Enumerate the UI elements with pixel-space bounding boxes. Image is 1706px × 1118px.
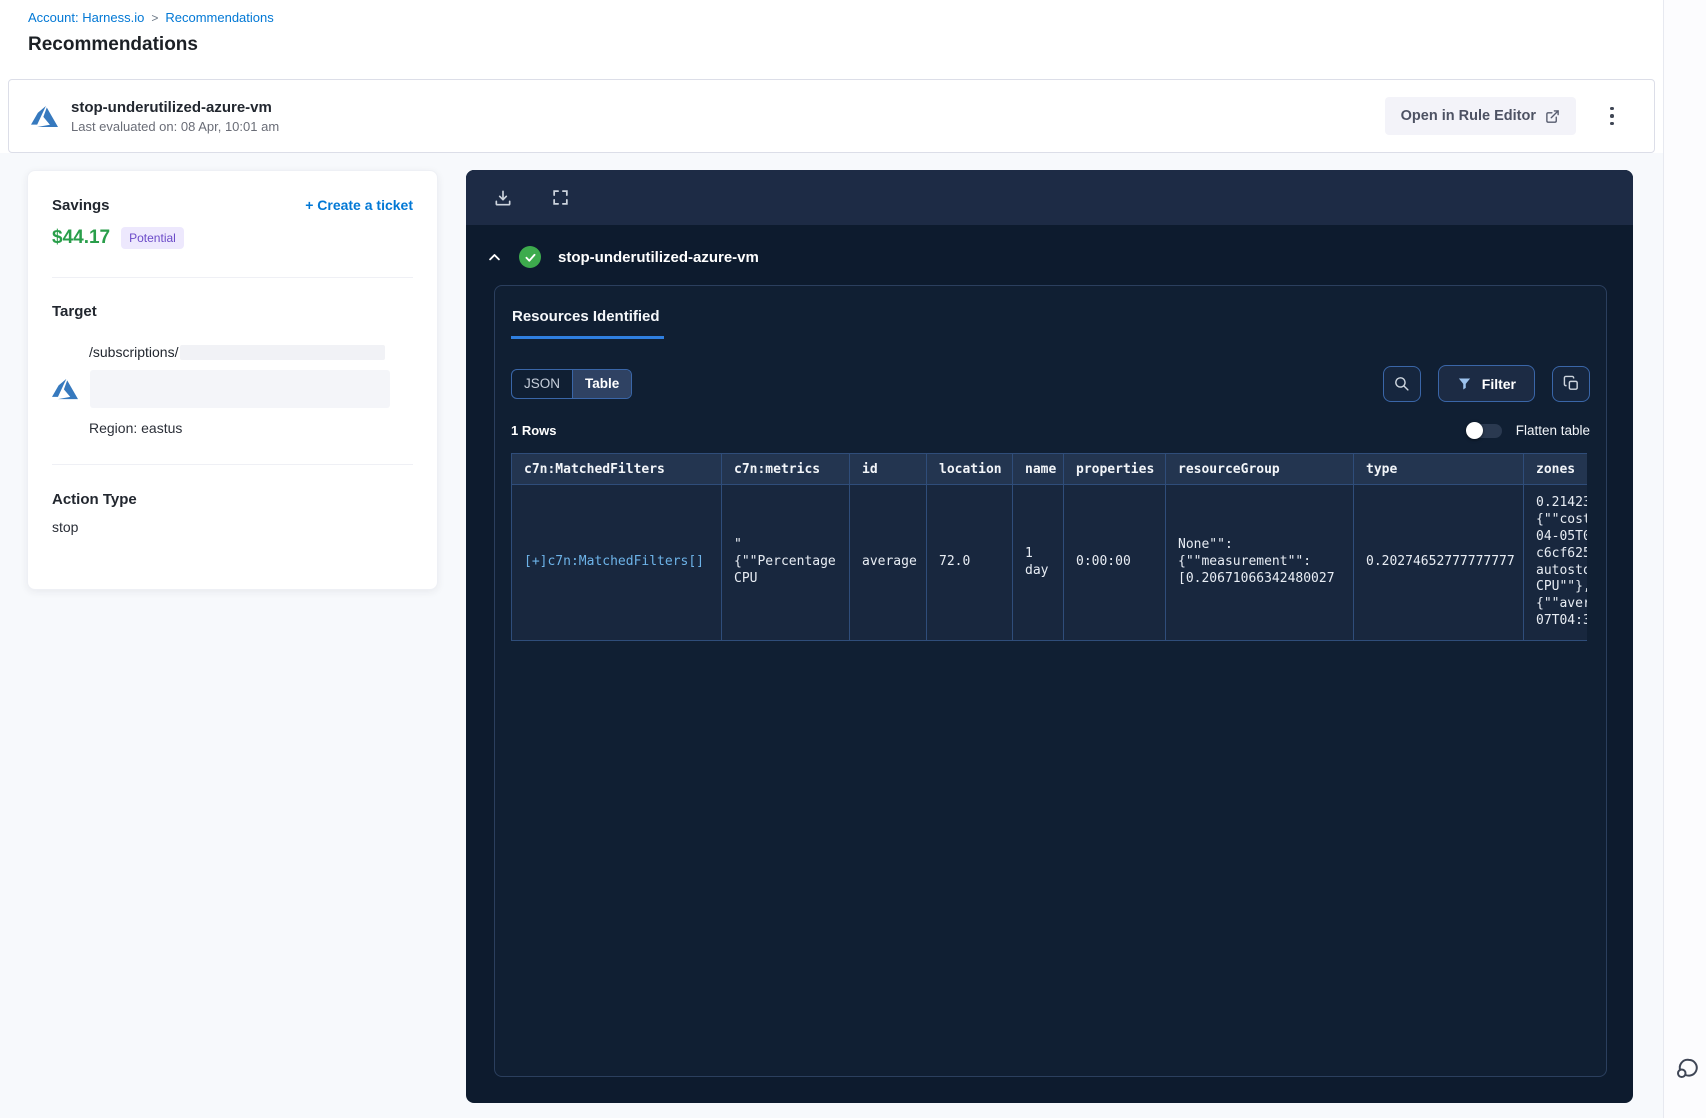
column-header: zones: [1523, 453, 1587, 485]
azure-icon: [31, 103, 58, 130]
cell-location: 72.0: [926, 483, 1013, 642]
action-type-value: stop: [52, 519, 79, 535]
target-region: Region: eastus: [89, 420, 183, 436]
table-row: [+]c7n:MatchedFilters[] " {""Percentage …: [511, 483, 1587, 642]
cell-properties: 0:00:00: [1063, 483, 1166, 642]
page-header: Account: Harness.io > Recommendations Re…: [0, 0, 1663, 79]
content-area: Savings + Create a ticket $44.17 Potenti…: [0, 153, 1663, 1118]
flatten-table-toggle[interactable]: [1465, 421, 1502, 439]
cell-metrics: " {""Percentage CPU: [721, 483, 850, 642]
flatten-table-label: Flatten table: [1515, 423, 1590, 438]
divider: [52, 464, 413, 465]
column-header: properties: [1063, 453, 1166, 485]
column-header: type: [1353, 453, 1524, 485]
view-toggle-json[interactable]: JSON: [512, 370, 572, 398]
results-toolbar: [466, 170, 1633, 225]
download-button[interactable]: [491, 186, 515, 210]
redacted-subscription-id: [180, 344, 386, 360]
evaluation-results-panel: stop-underutilized-azure-vm Resources Id…: [466, 170, 1633, 1103]
cell-zones: 0.21423 {""cost 04-05T0 c6cf625 autosto …: [1523, 483, 1587, 642]
chevron-up-icon[interactable]: [487, 250, 502, 265]
resource-result-row: stop-underutilized-azure-vm: [487, 242, 1633, 272]
filter-button[interactable]: Filter: [1437, 365, 1535, 402]
savings-label: Savings: [52, 197, 110, 214]
breadcrumb-account-link[interactable]: Account: Harness.io: [28, 10, 144, 25]
last-evaluated-text: Last evaluated on: 08 Apr, 10:01 am: [71, 118, 280, 134]
open-rule-editor-label: Open in Rule Editor: [1400, 108, 1536, 124]
recommendation-details-card: Savings + Create a ticket $44.17 Potenti…: [27, 170, 438, 590]
azure-icon: [52, 376, 78, 402]
cell-type: 0.20274652777777777: [1353, 483, 1524, 642]
breadcrumb-recommendations-link[interactable]: Recommendations: [165, 10, 273, 25]
breadcrumb-separator: >: [151, 10, 159, 25]
resources-identified-section: Resources Identified JSON Table Filter 1…: [494, 285, 1607, 1077]
column-header: id: [849, 453, 927, 485]
cell-matched-filters: [+]c7n:MatchedFilters[]: [511, 483, 722, 642]
action-type-label: Action Type: [52, 491, 137, 508]
kebab-menu-button[interactable]: [1600, 100, 1624, 132]
header-actions: Open in Rule Editor: [1384, 97, 1624, 135]
table-header-row: c7n:MatchedFilters c7n:metrics id locati…: [511, 453, 1587, 485]
table-controls: JSON Table Filter: [511, 365, 1590, 402]
filter-label: Filter: [1481, 375, 1516, 392]
target-label: Target: [52, 303, 97, 320]
column-header: name: [1012, 453, 1064, 485]
potential-badge: Potential: [121, 227, 184, 249]
results-table: c7n:MatchedFilters c7n:metrics id locati…: [511, 453, 1587, 642]
divider: [52, 277, 413, 278]
cell-resource-group: None"": {""measurement"": [0.20671066342…: [1165, 483, 1354, 642]
feedback-chat-button[interactable]: [1672, 1053, 1702, 1083]
results-table-wrapper: c7n:MatchedFilters c7n:metrics id locati…: [511, 453, 1587, 642]
column-header: resourceGroup: [1165, 453, 1354, 485]
recommendation-header-card: stop-underutilized-azure-vm Last evaluat…: [8, 79, 1655, 153]
breadcrumb: Account: Harness.io > Recommendations: [28, 10, 1663, 25]
search-button[interactable]: [1382, 365, 1421, 402]
create-ticket-link[interactable]: + Create a ticket: [305, 197, 413, 213]
view-toggle: JSON Table: [511, 368, 633, 399]
cell-id: average: [849, 483, 927, 642]
target-path: /subscriptions/: [89, 344, 179, 360]
savings-amount: $44.17: [52, 227, 111, 248]
cell-name: 1 day: [1012, 483, 1064, 642]
copy-button[interactable]: [1552, 365, 1590, 402]
table-meta-row: 1 Rows Flatten table: [511, 421, 1590, 439]
success-icon: [519, 246, 541, 268]
fullscreen-button[interactable]: [549, 186, 572, 209]
tab-resources-identified[interactable]: Resources Identified: [511, 306, 664, 339]
external-link-icon: [1545, 109, 1560, 124]
main-content: Account: Harness.io > Recommendations Re…: [0, 0, 1663, 1118]
resource-result-title: stop-underutilized-azure-vm: [558, 248, 759, 266]
filter-icon: [1457, 376, 1472, 391]
recommendation-identity: stop-underutilized-azure-vm Last evaluat…: [31, 99, 279, 134]
page-title: Recommendations: [28, 34, 198, 55]
redacted-resource-path: [90, 370, 390, 408]
rows-count: 1 Rows: [511, 423, 557, 438]
expand-matched-filters-link[interactable]: [+]c7n:MatchedFilters[]: [524, 554, 704, 569]
recommendation-name: stop-underutilized-azure-vm: [71, 98, 272, 116]
open-rule-editor-button[interactable]: Open in Rule Editor: [1384, 97, 1576, 135]
right-rail: [1663, 0, 1706, 1118]
column-header: location: [926, 453, 1013, 485]
column-header: c7n:MatchedFilters: [511, 453, 722, 485]
view-toggle-table[interactable]: Table: [572, 369, 632, 398]
column-header: c7n:metrics: [721, 453, 850, 485]
